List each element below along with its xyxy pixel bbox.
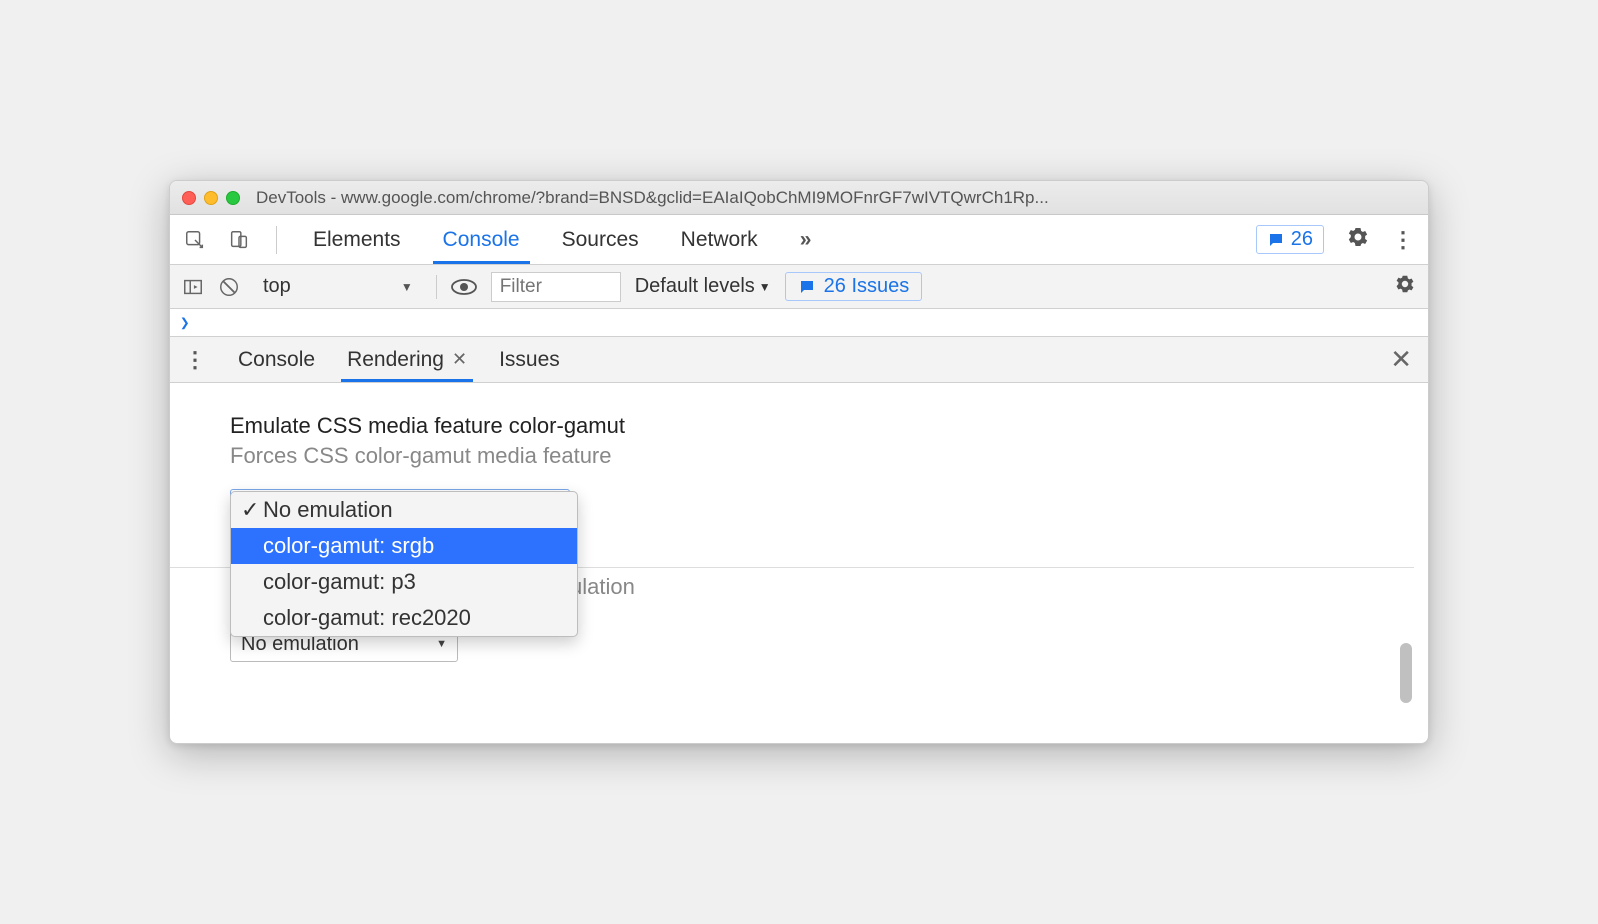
separator — [436, 275, 437, 299]
drawer-tab-rendering-label: Rendering — [347, 348, 444, 372]
select-menu: No emulation color-gamut: srgb color-gam… — [230, 491, 578, 637]
scrollbar-thumb[interactable] — [1400, 643, 1412, 703]
main-tab-strip: Elements Console Sources Network » 26 ⋮ — [170, 215, 1428, 265]
close-drawer-icon[interactable]: ✕ — [1390, 344, 1420, 375]
option-p3[interactable]: color-gamut: p3 — [231, 564, 577, 600]
option-rec2020[interactable]: color-gamut: rec2020 — [231, 600, 577, 636]
rendering-panel: Emulate CSS media feature color-gamut Fo… — [170, 383, 1428, 743]
filter-input[interactable] — [491, 272, 621, 302]
chevron-down-icon: ▼ — [401, 280, 413, 294]
option-no-emulation[interactable]: No emulation — [231, 492, 577, 528]
window-title: DevTools - www.google.com/chrome/?brand=… — [256, 188, 1416, 208]
chevron-down-icon: ▼ — [759, 280, 771, 294]
devtools-window: DevTools - www.google.com/chrome/?brand=… — [169, 180, 1429, 744]
drawer-tab-issues[interactable]: Issues — [493, 337, 566, 382]
levels-label: Default levels — [635, 275, 755, 298]
minimize-window-button[interactable] — [204, 191, 218, 205]
drawer-more-icon[interactable]: ⋮ — [178, 347, 212, 373]
settings-gear-icon[interactable] — [1346, 225, 1370, 255]
close-window-button[interactable] — [182, 191, 196, 205]
context-label: top — [263, 275, 291, 298]
more-menu-icon[interactable]: ⋮ — [1392, 227, 1414, 253]
prompt-glyph: ❯ — [180, 313, 190, 332]
execution-context-select[interactable]: top ▼ — [254, 272, 422, 301]
issues-pill-label: 26 Issues — [824, 275, 910, 298]
issue-icon — [798, 278, 816, 296]
issues-count: 26 — [1291, 228, 1313, 251]
live-expression-icon[interactable] — [451, 278, 477, 296]
sidebar-toggle-icon[interactable] — [182, 276, 204, 298]
section-title: Emulate CSS media feature color-gamut — [230, 413, 1354, 439]
inspect-icon[interactable] — [184, 229, 206, 251]
drawer-tab-console[interactable]: Console — [232, 337, 321, 382]
tabs-overflow[interactable]: » — [790, 215, 822, 264]
obscured-next-section-text: ulation — [570, 574, 635, 599]
console-prompt[interactable]: ❯ — [170, 309, 1428, 337]
device-toggle-icon[interactable] — [228, 229, 250, 251]
console-toolbar: top ▼ Default levels ▼ 26 Issues — [170, 265, 1428, 309]
option-srgb[interactable]: color-gamut: srgb — [231, 528, 577, 564]
color-gamut-select[interactable]: No emulation color-gamut: srgb color-gam… — [230, 489, 570, 521]
clear-console-icon[interactable] — [218, 276, 240, 298]
issue-icon — [1267, 231, 1285, 249]
tab-network[interactable]: Network — [671, 215, 768, 264]
close-icon[interactable]: ✕ — [452, 349, 467, 370]
drawer-tab-strip: ⋮ Console Rendering ✕ Issues ✕ — [170, 337, 1428, 383]
issues-pill[interactable]: 26 Issues — [785, 272, 923, 301]
titlebar: DevTools - www.google.com/chrome/?brand=… — [170, 181, 1428, 215]
tab-sources[interactable]: Sources — [552, 215, 649, 264]
section-subtitle: Forces CSS color-gamut media feature — [230, 443, 1354, 469]
chevron-down-icon: ▼ — [436, 638, 447, 650]
zoom-window-button[interactable] — [226, 191, 240, 205]
traffic-lights — [182, 191, 240, 205]
tab-console[interactable]: Console — [433, 215, 530, 264]
tab-elements[interactable]: Elements — [303, 215, 411, 264]
separator — [276, 226, 277, 254]
drawer-tab-rendering[interactable]: Rendering ✕ — [341, 337, 473, 382]
console-settings-gear-icon[interactable] — [1394, 273, 1416, 301]
issues-counter[interactable]: 26 — [1256, 225, 1324, 254]
log-levels-select[interactable]: Default levels ▼ — [635, 275, 771, 298]
